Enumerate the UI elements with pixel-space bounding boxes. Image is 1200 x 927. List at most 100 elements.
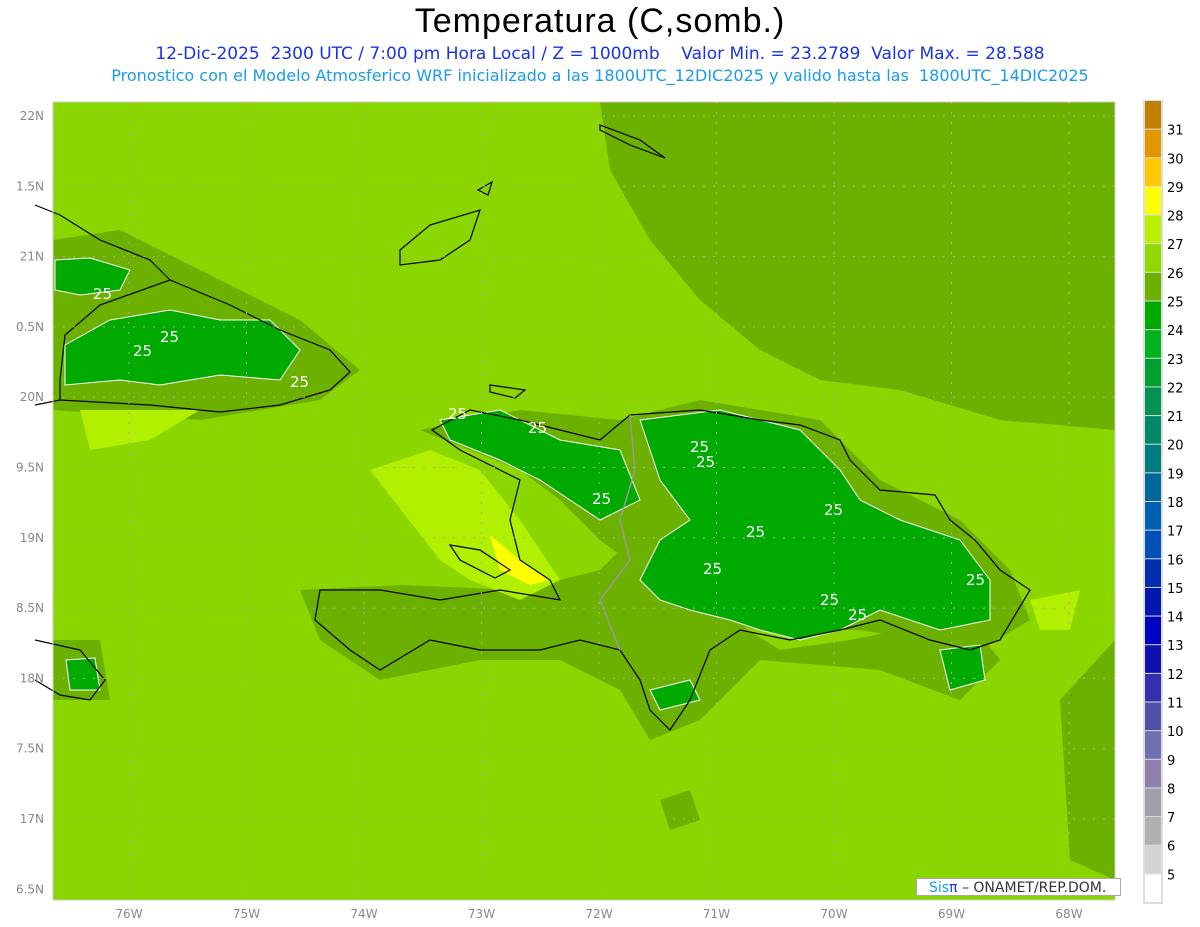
colorbar-label: 8	[1167, 782, 1175, 797]
colorbar: 31 30 29 28 27 26 25 24 23 22 21 20 19 18 17 16 15 14 13 12…	[1143, 100, 1184, 904]
lat-tick-label: 17N	[20, 812, 44, 826]
colorbar-swatch	[1145, 387, 1161, 416]
lon-tick-label: 74W	[350, 907, 377, 921]
colorbar-swatch	[1145, 444, 1161, 473]
colorbar-swatch	[1145, 158, 1161, 186]
colorbar-swatch	[1145, 587, 1161, 616]
colorbar-swatch	[1145, 301, 1161, 330]
lat-tick-label: 1.5N	[16, 179, 44, 193]
contour-label: 25	[93, 285, 112, 303]
colorbar-swatch	[1145, 215, 1161, 244]
colorbar-label: 12	[1167, 668, 1184, 683]
lat-tick-label: 9.5N	[16, 461, 44, 475]
contour-label: 25	[746, 523, 765, 541]
lon-tick-label: 75W	[233, 907, 260, 921]
colorbar-swatch	[1145, 272, 1161, 301]
lat-tick-label: 20N	[20, 390, 44, 404]
model-info-subtitle: Pronostico con el Modelo Atmosferico WRF…	[111, 66, 1089, 85]
colorbar-swatch	[1145, 330, 1161, 358]
lat-tick-label: 18N	[20, 671, 44, 685]
credit-text: – ONAMET/REP.DOM.	[957, 880, 1107, 896]
lat-tick-label: 8.5N	[16, 601, 44, 615]
lat-tick-label: 22N	[20, 109, 44, 123]
colorbar-label: 10	[1167, 725, 1184, 740]
colorbar-label: 11	[1167, 697, 1184, 712]
contour-label: 25	[290, 373, 309, 391]
lon-tick-label: 69W	[938, 907, 965, 921]
colorbar-swatch	[1145, 874, 1161, 902]
colorbar-swatch	[1145, 645, 1161, 673]
colorbar-swatch	[1145, 673, 1161, 702]
colorbar-label: 6	[1167, 840, 1175, 855]
colorbar-swatch	[1145, 244, 1161, 272]
map-title: Temperatura (C,somb.)	[414, 2, 786, 40]
colorbar-swatch	[1145, 502, 1161, 530]
contour-label: 25	[160, 328, 179, 346]
colorbar-label: 17	[1167, 525, 1184, 540]
credit-brand: Sis	[929, 880, 950, 896]
colorbar-swatch	[1145, 129, 1161, 158]
contour-label: 25	[528, 419, 547, 437]
colorbar-swatch	[1145, 788, 1161, 817]
colorbar-label: 15	[1167, 582, 1184, 597]
contour-label: 25	[133, 342, 152, 360]
temperature-map: 76W 75W 74W 73W 72W 71W 70W 69W 68W 22N 1.5N 21N 0.…	[16, 100, 1184, 921]
colorbar-label: 25	[1167, 296, 1184, 311]
colorbar-swatch	[1145, 731, 1161, 759]
lon-labels: 76W 75W 74W 73W 72W 71W 70W 69W 68W	[115, 907, 1082, 921]
colorbar-swatch	[1145, 845, 1161, 874]
lon-tick-label: 70W	[820, 907, 847, 921]
colorbar-swatch	[1145, 101, 1161, 129]
contour-label: 25	[820, 591, 839, 609]
colorbar-swatch	[1145, 702, 1161, 731]
colorbar-label: 26	[1167, 267, 1184, 282]
colorbar-swatch	[1145, 559, 1161, 587]
colorbar-label: 27	[1167, 238, 1184, 253]
colorbar-label: 18	[1167, 496, 1184, 511]
colorbar-label: 23	[1167, 353, 1184, 368]
lon-tick-label: 72W	[585, 907, 612, 921]
lon-tick-label: 76W	[115, 907, 142, 921]
contour-label: 25	[448, 405, 467, 423]
colorbar-swatch	[1145, 817, 1161, 845]
colorbar-swatch	[1145, 358, 1161, 387]
lon-tick-label: 71W	[703, 907, 730, 921]
contour-label: 25	[696, 453, 715, 471]
contour-label: 25	[703, 560, 722, 578]
colorbar-label: 30	[1167, 152, 1184, 167]
colorbar-swatch	[1145, 416, 1161, 444]
colorbar-swatch	[1145, 186, 1161, 215]
colorbar-label: 24	[1167, 324, 1184, 339]
lon-tick-label: 68W	[1055, 907, 1082, 921]
colorbar-label: 22	[1167, 381, 1184, 396]
colorbar-label: 19	[1167, 467, 1184, 482]
lat-tick-label: 7.5N	[16, 742, 44, 756]
colorbar-label: 20	[1167, 439, 1184, 454]
contour-label: 25	[824, 501, 843, 519]
colorbar-label: 7	[1167, 811, 1175, 826]
credit-label: Sisπ – ONAMET/REP.DOM.	[916, 878, 1121, 896]
credit-pi: π	[949, 880, 958, 896]
colorbar-label: 16	[1167, 553, 1184, 568]
colorbar-label: 28	[1167, 210, 1184, 225]
colorbar-label: 9	[1167, 754, 1175, 769]
lat-tick-label: 0.5N	[16, 320, 44, 334]
colorbar-label: 29	[1167, 181, 1184, 196]
contour-label: 25	[592, 490, 611, 508]
colorbar-swatch	[1145, 759, 1161, 788]
colorbar-label: 13	[1167, 639, 1184, 654]
forecast-time-subtitle: 12-Dic-2025 2300 UTC / 7:00 pm Hora Loca…	[155, 44, 1045, 64]
lon-tick-label: 73W	[468, 907, 495, 921]
colorbar-swatch	[1145, 530, 1161, 559]
lat-labels: 22N 1.5N 21N 0.5N 20N 9.5N 19N 8.5N 18N 7.5N 17N 6.…	[16, 109, 44, 896]
lat-tick-label: 19N	[20, 531, 44, 545]
colorbar-label: 21	[1167, 410, 1184, 425]
colorbar-label: 31	[1167, 124, 1184, 139]
contour-label: 25	[966, 571, 985, 589]
contour-label: 25	[848, 606, 867, 624]
colorbar-label: 14	[1167, 611, 1184, 626]
lat-tick-label: 21N	[20, 250, 44, 264]
colorbar-label: 5	[1167, 868, 1175, 883]
colorbar-swatch	[1145, 473, 1161, 501]
colorbar-swatch	[1145, 616, 1161, 645]
